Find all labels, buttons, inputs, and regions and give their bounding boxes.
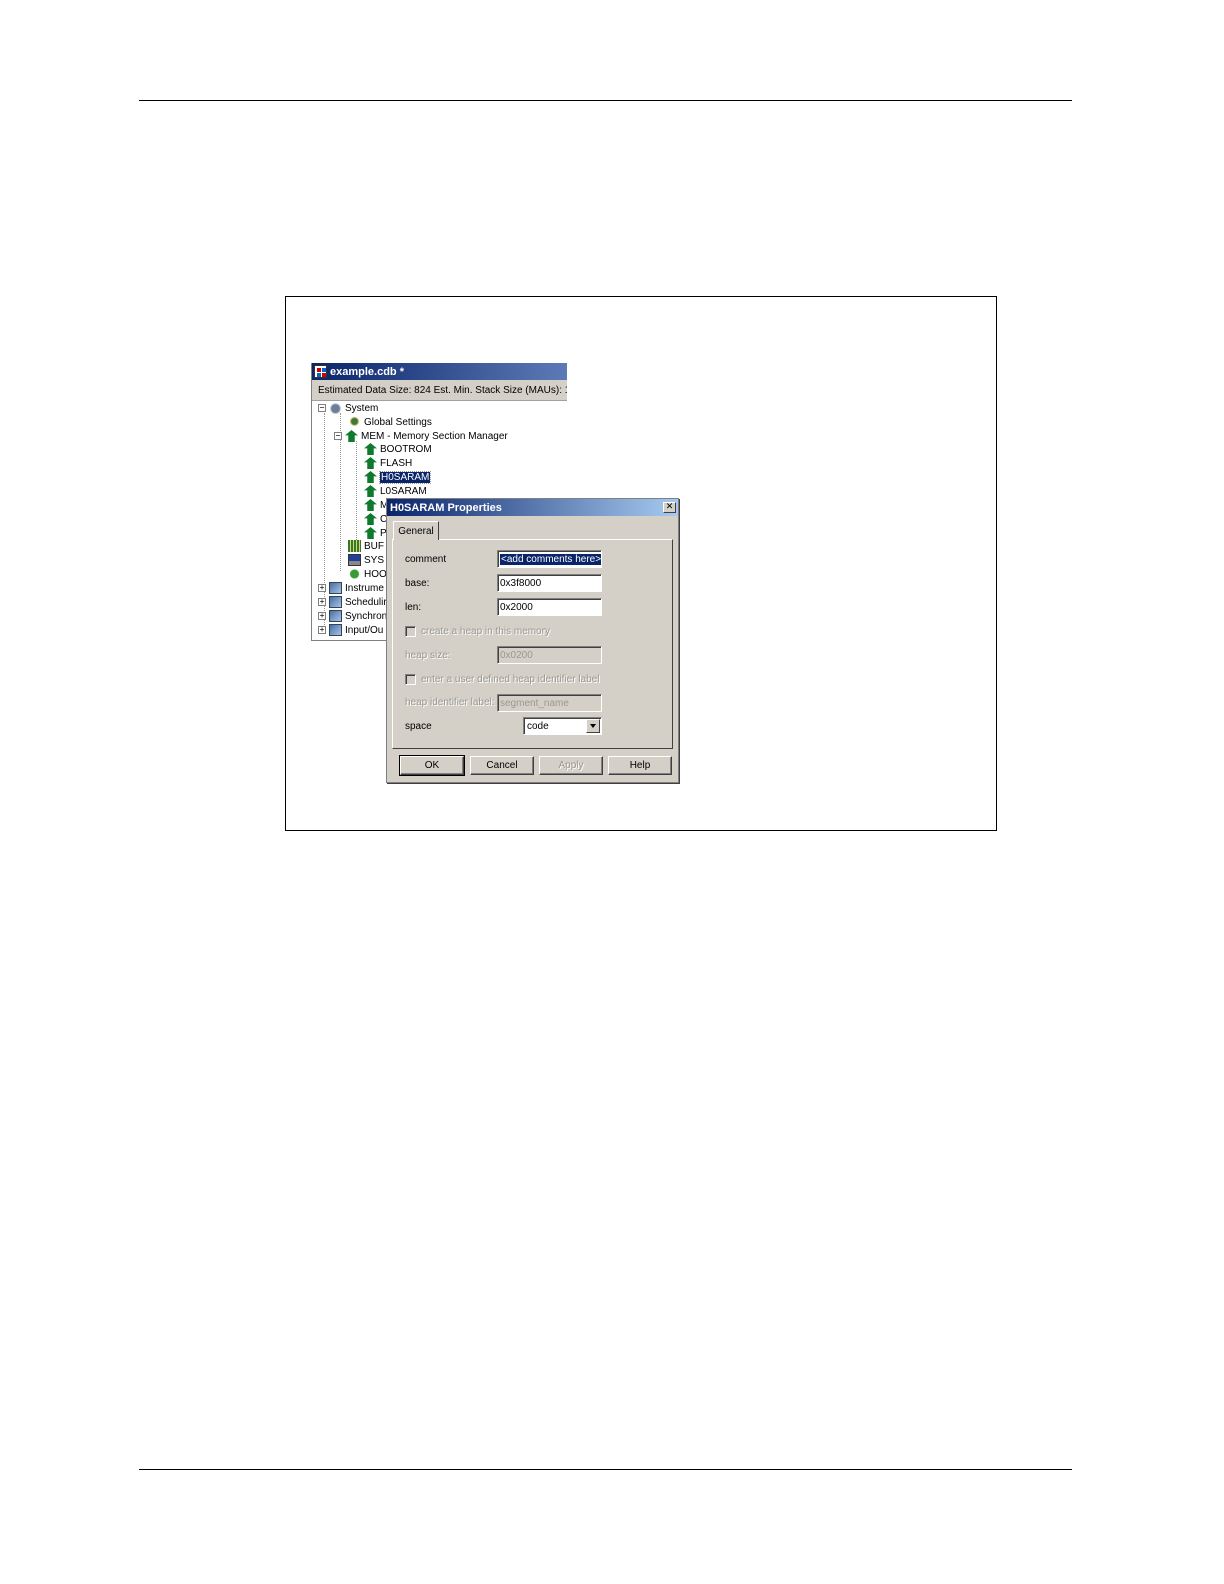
- close-icon[interactable]: ✕: [663, 502, 676, 513]
- heap-identifier-label: heap identifier label:: [405, 697, 495, 708]
- ok-button[interactable]: OK: [399, 755, 465, 776]
- tree-node-label: BOOTROM: [380, 443, 432, 455]
- heap-size-label: heap size:: [405, 650, 451, 661]
- tree-node-label: MEM - Memory Section Manager: [361, 430, 508, 442]
- memory-icon: [345, 430, 358, 442]
- space-label: space: [405, 721, 432, 732]
- tree-window-titlebar: example.cdb *: [312, 363, 567, 380]
- synchronization-icon: [329, 610, 342, 622]
- computer-icon: [329, 402, 342, 414]
- tree-node-label: HOO: [364, 568, 387, 580]
- tree-window-title: example.cdb *: [330, 365, 404, 378]
- tree-node-label: System: [345, 402, 379, 414]
- tree-node-label: Synchron: [345, 610, 388, 622]
- hook-icon: [348, 568, 361, 580]
- len-input[interactable]: 0x2000: [497, 598, 602, 616]
- tree-node-flash[interactable]: FLASH: [364, 456, 412, 470]
- comment-input[interactable]: <add comments here>: [497, 550, 602, 568]
- tree-node-label: Global Settings: [364, 416, 432, 428]
- apply-button[interactable]: Apply: [539, 756, 603, 775]
- help-button[interactable]: Help: [608, 756, 672, 775]
- chevron-down-icon[interactable]: [586, 719, 600, 733]
- len-label: len:: [405, 602, 422, 613]
- tree-node-p[interactable]: P: [364, 526, 387, 540]
- page-header-rule: [139, 100, 1072, 101]
- properties-dialog: H0SARAM Properties ✕ General comment <ad…: [386, 498, 679, 783]
- base-label: base:: [405, 578, 430, 589]
- tree-node-label-selected: H0SARAM: [378, 470, 432, 484]
- tree-node-l0saram[interactable]: L0SARAM: [364, 484, 427, 498]
- page-footer-rule: [139, 1469, 1072, 1470]
- cancel-button[interactable]: Cancel: [470, 756, 534, 775]
- tree-node-label: Schedulir: [345, 596, 387, 608]
- tree-node-bootrom[interactable]: BOOTROM: [364, 442, 432, 456]
- comment-value: <add comments here>: [500, 553, 602, 565]
- tree-node-hook[interactable]: HOO: [348, 567, 387, 581]
- memory-chip-icon: [364, 527, 377, 539]
- tree-node-m[interactable]: M: [364, 498, 388, 512]
- expand-toggle-icon[interactable]: +: [318, 598, 326, 606]
- buffer-icon: [348, 540, 361, 552]
- expand-toggle-icon[interactable]: +: [318, 612, 326, 620]
- expand-toggle-icon[interactable]: +: [318, 584, 326, 592]
- comment-label: comment: [405, 554, 447, 565]
- tree-node-c[interactable]: C: [364, 512, 387, 526]
- space-select-value: code: [527, 720, 549, 732]
- memory-chip-icon: [364, 457, 377, 469]
- heap-identifier-input[interactable]: segment_name: [497, 694, 602, 712]
- config-app-icon: [314, 365, 327, 378]
- globe-icon: [348, 416, 361, 428]
- user-heap-label-checkbox[interactable]: [405, 674, 416, 685]
- base-input[interactable]: 0x3f8000: [497, 574, 602, 592]
- scheduling-icon: [329, 596, 342, 608]
- tab-general[interactable]: General: [393, 521, 439, 540]
- tree-node-global-settings[interactable]: Global Settings: [348, 415, 432, 429]
- create-heap-label: create a heap in this memory: [421, 626, 550, 637]
- dialog-title: H0SARAM Properties: [390, 501, 502, 514]
- tree-node-sys[interactable]: SYS -: [348, 553, 390, 567]
- tree-connector: [356, 441, 357, 544]
- instrumentation-icon: [329, 582, 342, 594]
- tree-node-synchronization[interactable]: + Synchron: [318, 609, 387, 623]
- heap-size-input[interactable]: 0x0200: [497, 646, 602, 664]
- memory-chip-icon: [364, 485, 377, 497]
- space-select[interactable]: code: [523, 717, 602, 735]
- tree-node-mem-manager[interactable]: − MEM - Memory Section Manager: [334, 429, 508, 443]
- tree-node-label: Instrume: [345, 582, 384, 594]
- memory-chip-icon: [364, 499, 377, 511]
- memory-chip-icon: [364, 443, 377, 455]
- expand-toggle-icon[interactable]: +: [318, 626, 326, 634]
- tree-node-input-output[interactable]: + Input/Ou: [318, 623, 383, 637]
- user-heap-label-text: enter a user defined heap identifier lab…: [421, 674, 600, 685]
- memory-chip-icon: [364, 513, 377, 525]
- input-output-icon: [329, 624, 342, 636]
- estimate-status-bar: Estimated Data Size: 824 Est. Min. Stack…: [312, 380, 567, 401]
- tree-node-buf[interactable]: BUF -: [348, 539, 390, 553]
- collapse-toggle-icon[interactable]: −: [318, 404, 326, 412]
- tree-node-instrumentation[interactable]: + Instrume: [318, 581, 384, 595]
- tree-node-system[interactable]: − System: [318, 401, 378, 415]
- tree-node-label: FLASH: [380, 457, 413, 469]
- tree-node-scheduling[interactable]: + Schedulir: [318, 595, 387, 609]
- collapse-toggle-icon[interactable]: −: [334, 432, 342, 440]
- memory-chip-icon: [364, 471, 377, 483]
- create-heap-checkbox[interactable]: [405, 626, 416, 637]
- dialog-titlebar: H0SARAM Properties ✕: [387, 499, 678, 516]
- tree-node-label: L0SARAM: [380, 485, 427, 497]
- tree-node-h0saram[interactable]: H0SARAM: [364, 470, 432, 484]
- tree-node-label: Input/Ou: [345, 624, 384, 636]
- monitor-icon: [348, 554, 361, 566]
